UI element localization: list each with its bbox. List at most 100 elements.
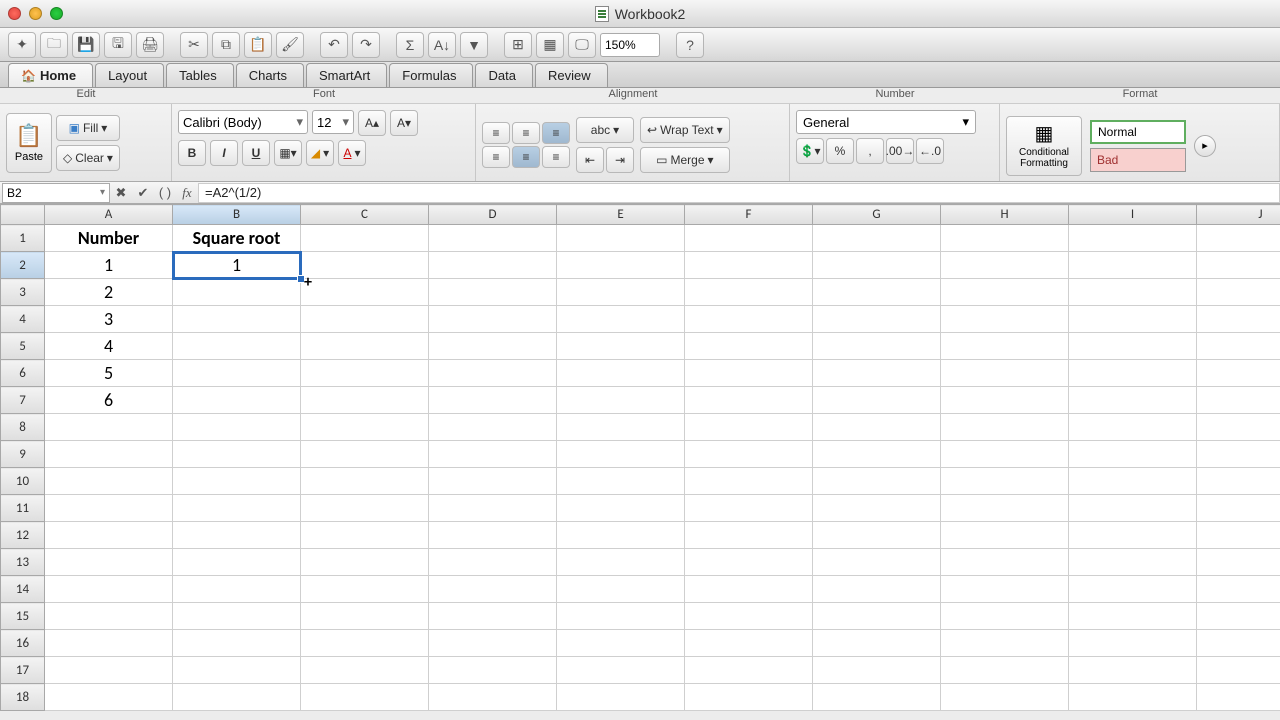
row-header[interactable]: 11 — [1, 495, 45, 522]
cell[interactable] — [301, 630, 429, 657]
cell[interactable] — [941, 225, 1069, 252]
column-header[interactable]: F — [685, 205, 813, 225]
indent-decrease[interactable]: ⇤ — [576, 147, 604, 173]
cell[interactable] — [557, 630, 685, 657]
cell[interactable] — [301, 279, 429, 306]
bold-button[interactable]: B — [178, 140, 206, 166]
cell[interactable] — [685, 252, 813, 279]
cell[interactable]: Square root — [173, 225, 301, 252]
cell[interactable] — [429, 549, 557, 576]
cell[interactable] — [941, 252, 1069, 279]
cell[interactable] — [685, 630, 813, 657]
cell[interactable]: 4 — [45, 333, 173, 360]
clear-button[interactable]: ◇ Clear ▾ — [56, 145, 120, 171]
row-header[interactable]: 8 — [1, 414, 45, 441]
cell[interactable] — [301, 252, 429, 279]
cell[interactable] — [941, 684, 1069, 711]
cell[interactable] — [685, 495, 813, 522]
cell[interactable] — [1069, 522, 1197, 549]
cell[interactable]: 6 — [45, 387, 173, 414]
accept-formula-button[interactable]: ✔ — [132, 183, 154, 203]
cell[interactable] — [429, 279, 557, 306]
row-header[interactable]: 2 — [1, 252, 45, 279]
cell[interactable] — [173, 576, 301, 603]
undo-button[interactable]: ↶ — [320, 32, 348, 58]
align-top-center[interactable]: ≡ — [512, 122, 540, 144]
cell[interactable] — [429, 360, 557, 387]
cell[interactable] — [173, 441, 301, 468]
row-header[interactable]: 6 — [1, 360, 45, 387]
cell[interactable] — [813, 603, 941, 630]
cell[interactable] — [813, 522, 941, 549]
cell[interactable] — [941, 468, 1069, 495]
cell[interactable]: 5 — [45, 360, 173, 387]
cell[interactable] — [1069, 630, 1197, 657]
cell[interactable] — [813, 468, 941, 495]
row-header[interactable]: 5 — [1, 333, 45, 360]
cell[interactable] — [941, 495, 1069, 522]
cell[interactable] — [685, 549, 813, 576]
grow-font-button[interactable]: A▴ — [358, 110, 386, 136]
fill-handle[interactable] — [297, 275, 305, 283]
row-header[interactable]: 10 — [1, 468, 45, 495]
cell[interactable] — [1197, 630, 1280, 657]
cell[interactable] — [173, 522, 301, 549]
column-header[interactable]: J — [1197, 205, 1280, 225]
cell[interactable] — [301, 549, 429, 576]
cell[interactable] — [1197, 684, 1280, 711]
cell[interactable] — [557, 225, 685, 252]
cell[interactable] — [429, 576, 557, 603]
cell[interactable] — [1197, 333, 1280, 360]
cell[interactable] — [429, 630, 557, 657]
cell[interactable] — [813, 549, 941, 576]
cell[interactable] — [45, 657, 173, 684]
cell[interactable] — [941, 306, 1069, 333]
increase-decimal[interactable]: .00→ — [886, 138, 914, 164]
decrease-decimal[interactable]: ←.0 — [916, 138, 944, 164]
cell[interactable] — [813, 630, 941, 657]
cell[interactable] — [1197, 657, 1280, 684]
cell[interactable] — [1069, 333, 1197, 360]
align-right[interactable]: ≡ — [542, 146, 570, 168]
cell[interactable] — [45, 495, 173, 522]
cell[interactable] — [813, 333, 941, 360]
cell[interactable] — [45, 603, 173, 630]
cell[interactable] — [1069, 279, 1197, 306]
cell[interactable] — [557, 360, 685, 387]
cell[interactable] — [1197, 495, 1280, 522]
cell[interactable] — [941, 414, 1069, 441]
cell[interactable] — [45, 630, 173, 657]
cell[interactable] — [1069, 360, 1197, 387]
cell[interactable] — [301, 414, 429, 441]
font-size-select[interactable]: 12 — [312, 110, 354, 134]
row-header[interactable]: 15 — [1, 603, 45, 630]
cell[interactable] — [173, 603, 301, 630]
cell[interactable] — [301, 576, 429, 603]
cell[interactable]: 1 — [45, 252, 173, 279]
cell[interactable] — [557, 495, 685, 522]
tab-smartart[interactable]: SmartArt — [306, 63, 387, 87]
cell[interactable] — [941, 522, 1069, 549]
fill-button[interactable]: ▣ Fill ▾ — [56, 115, 120, 141]
fill-color-button[interactable]: ◢▾ — [306, 140, 334, 166]
cell[interactable] — [173, 306, 301, 333]
cell[interactable] — [1197, 441, 1280, 468]
cell[interactable] — [685, 333, 813, 360]
cell[interactable] — [813, 441, 941, 468]
cell[interactable] — [685, 576, 813, 603]
cell[interactable] — [173, 468, 301, 495]
font-name-select[interactable]: Calibri (Body) — [178, 110, 308, 134]
tab-home[interactable]: 🏠 Home — [8, 63, 93, 87]
cell[interactable] — [301, 468, 429, 495]
cell[interactable] — [45, 441, 173, 468]
cell[interactable] — [301, 495, 429, 522]
font-color-button[interactable]: A▾ — [338, 140, 366, 166]
cell[interactable] — [941, 576, 1069, 603]
italic-button[interactable]: I — [210, 140, 238, 166]
cell[interactable] — [429, 252, 557, 279]
tab-tables[interactable]: Tables — [166, 63, 234, 87]
cell[interactable] — [1197, 603, 1280, 630]
cell[interactable] — [557, 549, 685, 576]
cell[interactable] — [941, 441, 1069, 468]
cell[interactable] — [685, 468, 813, 495]
